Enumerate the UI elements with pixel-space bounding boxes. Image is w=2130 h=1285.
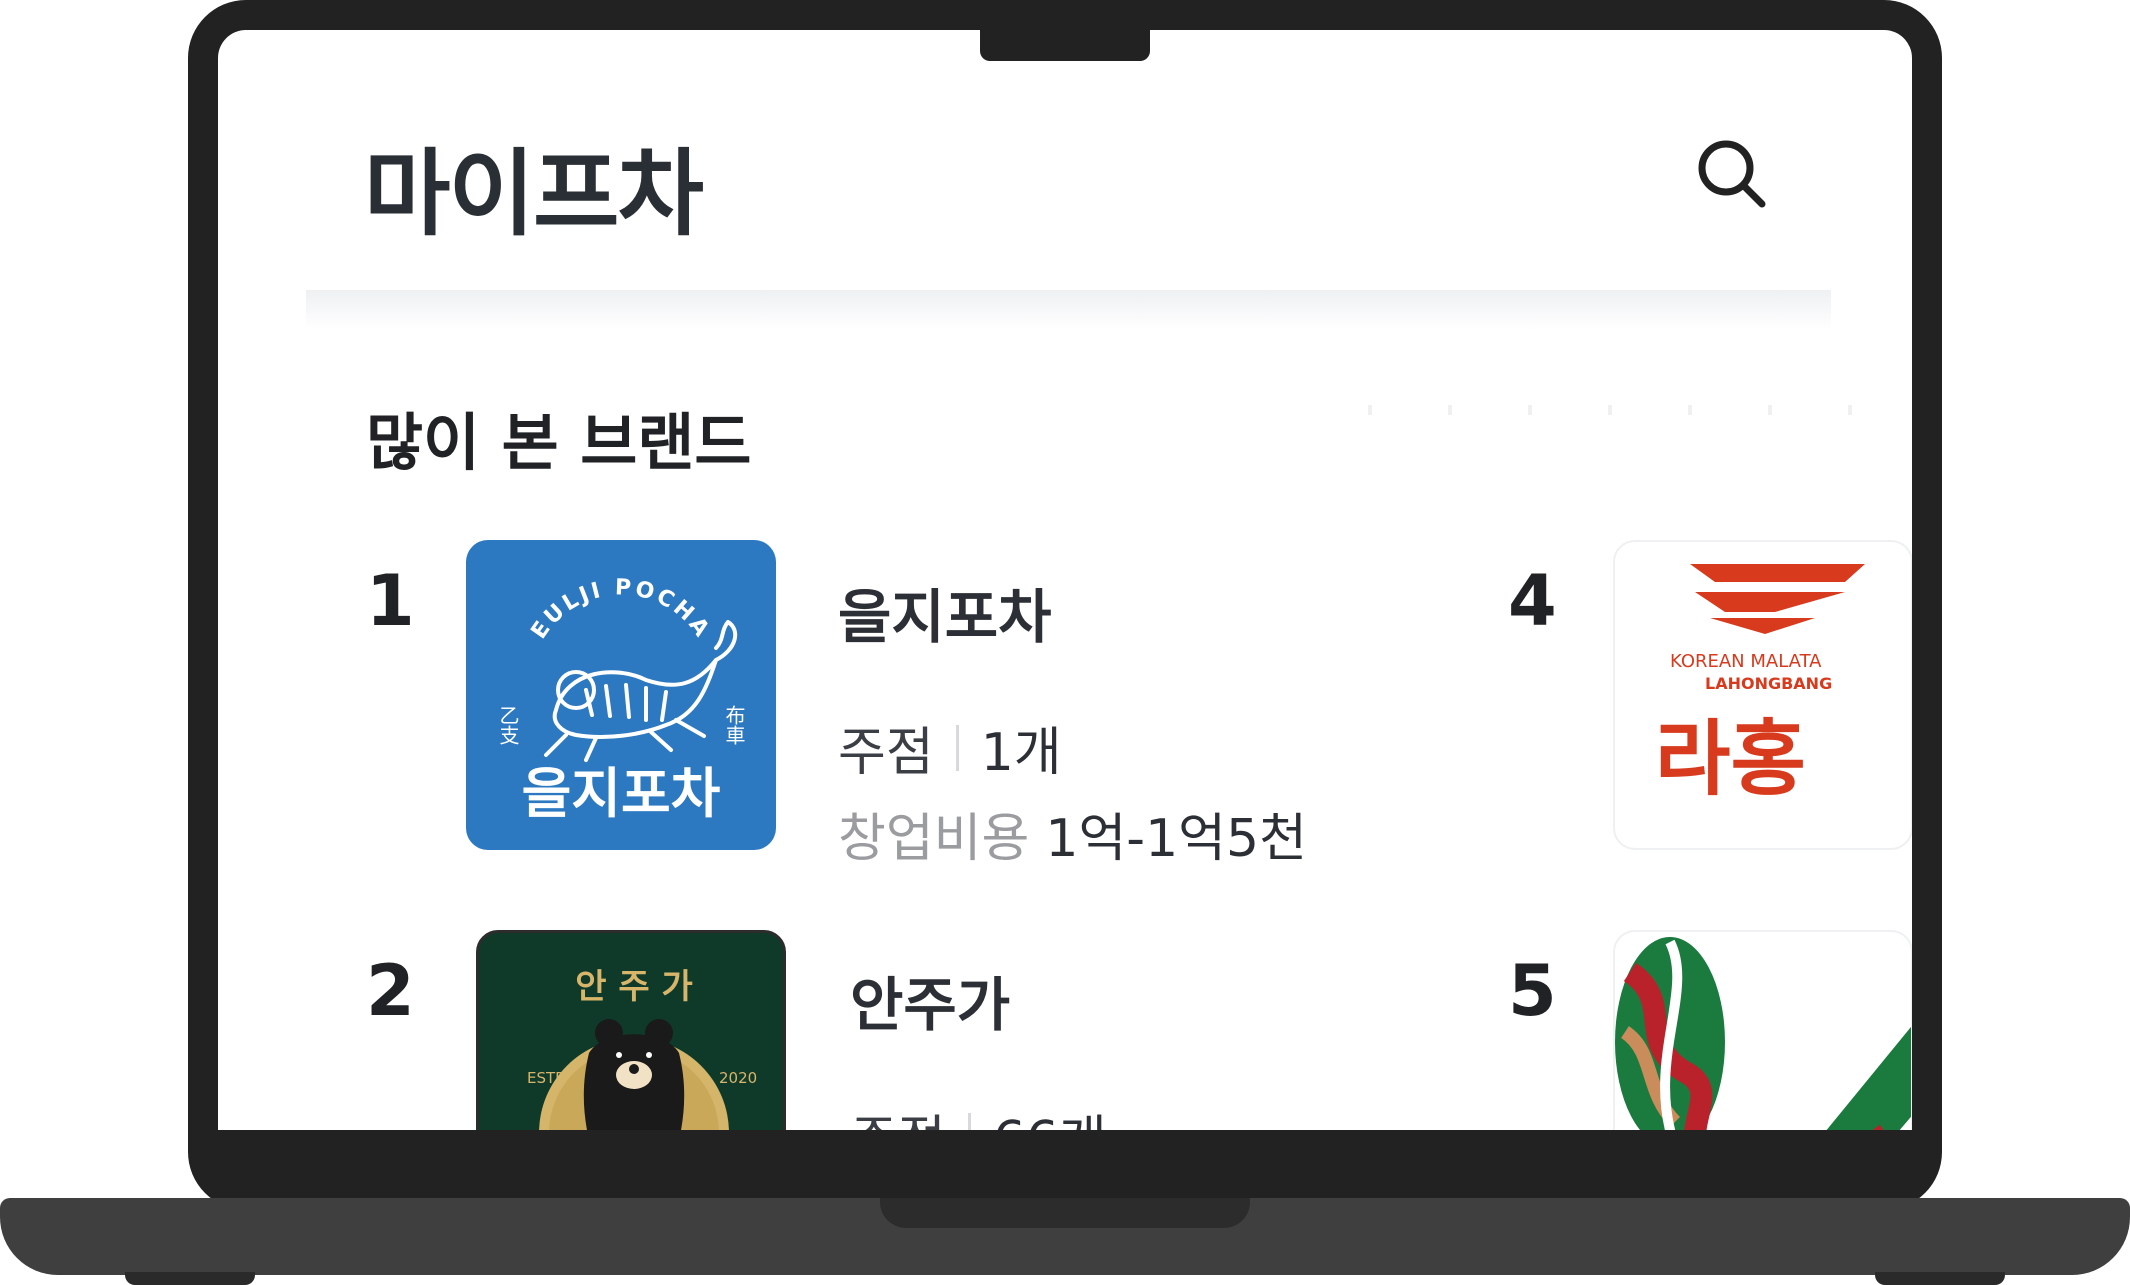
rank-number: 5 (1508, 950, 1557, 1032)
brand-name: 안주가 (850, 971, 1011, 1039)
brand-logo-coffee (1613, 930, 1912, 1130)
meta-separator (967, 1112, 971, 1130)
brand-logo-lahongbang: KOREAN MALATA LAHONGBANG 라홍 (1613, 540, 1912, 850)
laptop-screen: 마이프차 많이 본 브랜드 1 EULJI POCHA 乙支 布車 을지포차 을… (218, 30, 1912, 1130)
logo-art: KOREAN MALATA LAHONGBANG 라홍 (1655, 564, 1865, 807)
rank-number: 4 (1508, 560, 1557, 642)
bear-icon (583, 1019, 685, 1130)
logo-arc-text: EULJI POCHA (527, 575, 713, 643)
brand-logo-anjuga: 안 주 가 ESTD 2020 (476, 930, 786, 1130)
logo-year-left: ESTD (527, 1069, 567, 1087)
meta-store-count: 1개 (980, 723, 1062, 783)
laptop-base-recess (880, 1198, 1250, 1228)
section-title: 많이 본 브랜드 (366, 406, 752, 479)
header-divider (306, 290, 1831, 330)
search-icon (1698, 140, 1766, 208)
carousel-dots (1368, 405, 1912, 415)
laptop-foot-left (125, 1272, 255, 1285)
logo-art (1615, 937, 1911, 1130)
meta-cost-label: 창업비용 (838, 809, 1030, 869)
brand-meta-stores: 주점 1개 (838, 710, 1062, 785)
rank-number: 1 (366, 560, 415, 642)
app-title: 마이프차 (364, 140, 704, 249)
search-button[interactable] (1688, 130, 1778, 220)
logo-top-text: KOREAN MALATA (1670, 651, 1822, 672)
logo-side-right: 布車 (722, 705, 746, 745)
camera-notch (980, 30, 1150, 61)
logo-art: EULJI POCHA 乙支 布車 을지포차 (496, 575, 746, 825)
svg-text:EULJI POCHA: EULJI POCHA (527, 575, 716, 643)
laptop-foot-right (1875, 1272, 2005, 1285)
logo-top-text: 안 주 가 (575, 967, 693, 1007)
rank-number: 2 (366, 950, 415, 1032)
meta-cost-value: 1억-1억5천 (1045, 809, 1307, 869)
logo-art: 안 주 가 ESTD 2020 (527, 967, 757, 1130)
meta-category: 주점 (838, 723, 934, 783)
brand-name: 을지포차 (838, 583, 1052, 651)
logo-side-left: 乙支 (496, 705, 520, 745)
logo-year-right: 2020 (719, 1069, 757, 1087)
brand-logo-euljipocha: EULJI POCHA 乙支 布車 을지포차 (466, 540, 776, 850)
brand-meta-cost: 창업비용 1억-1억5천 (838, 796, 1307, 871)
logo-main-text: 을지포차 (522, 762, 721, 825)
meta-store-count: 66개 (993, 1098, 1107, 1130)
logo-sub-text: LAHONGBANG (1705, 674, 1832, 693)
brand-meta-stores: 주점 66개 (850, 1098, 1107, 1130)
meta-separator (955, 724, 959, 771)
meta-category: 주점 (850, 1098, 946, 1130)
logo-main-text: 라홍 (1655, 712, 1806, 807)
